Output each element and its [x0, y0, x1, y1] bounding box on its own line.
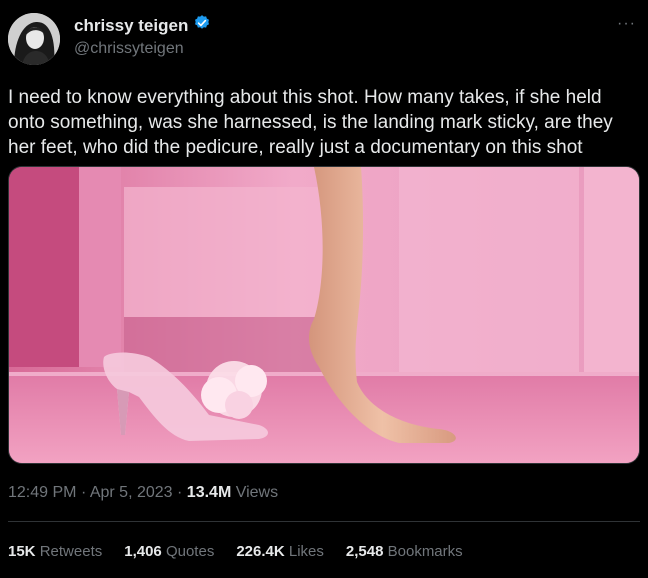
stat-label: Retweets	[39, 543, 103, 560]
stat-likes[interactable]: 226.4K Likes	[236, 543, 324, 560]
tweet: chrissy teigen @chrissyteigen ··· I need…	[0, 0, 648, 578]
more-icon[interactable]: ···	[617, 16, 636, 32]
stat-label: Likes	[288, 543, 324, 560]
name-row: chrissy teigen	[74, 14, 211, 37]
handle[interactable]: @chrissyteigen	[74, 40, 184, 58]
stat-label: Bookmarks	[387, 543, 463, 560]
views-label: Views	[235, 484, 279, 501]
stat-bookmarks[interactable]: 2,548 Bookmarks	[346, 543, 463, 560]
stat-count: 15K	[8, 543, 36, 560]
stat-count: 226.4K	[236, 543, 285, 560]
stat-count: 1,406	[124, 543, 162, 560]
views-count: 13.4M	[186, 484, 232, 501]
meta-separator: ·	[80, 484, 87, 501]
tweet-time[interactable]: 12:49 PM	[8, 484, 76, 501]
engagement-stats: 15K Retweets 1,406 Quotes 226.4K Likes 2…	[8, 543, 463, 560]
meta-separator: ·	[177, 484, 183, 501]
stat-quotes[interactable]: 1,406 Quotes	[124, 543, 214, 560]
tweet-image[interactable]	[8, 166, 640, 464]
verified-badge-icon	[193, 14, 211, 37]
stat-label: Quotes	[165, 543, 215, 560]
tweet-text: I need to know everything about this sho…	[8, 87, 613, 158]
stat-count: 2,548	[345, 543, 384, 560]
avatar[interactable]	[8, 13, 60, 65]
stat-retweets[interactable]: 15K Retweets	[8, 543, 102, 560]
divider	[8, 521, 640, 522]
display-name[interactable]: chrissy teigen	[74, 16, 188, 36]
tweet-date[interactable]: Apr 5, 2023	[90, 484, 173, 501]
tweet-meta: 12:49 PM · Apr 5, 2023 · 13.4M Views	[8, 484, 278, 502]
